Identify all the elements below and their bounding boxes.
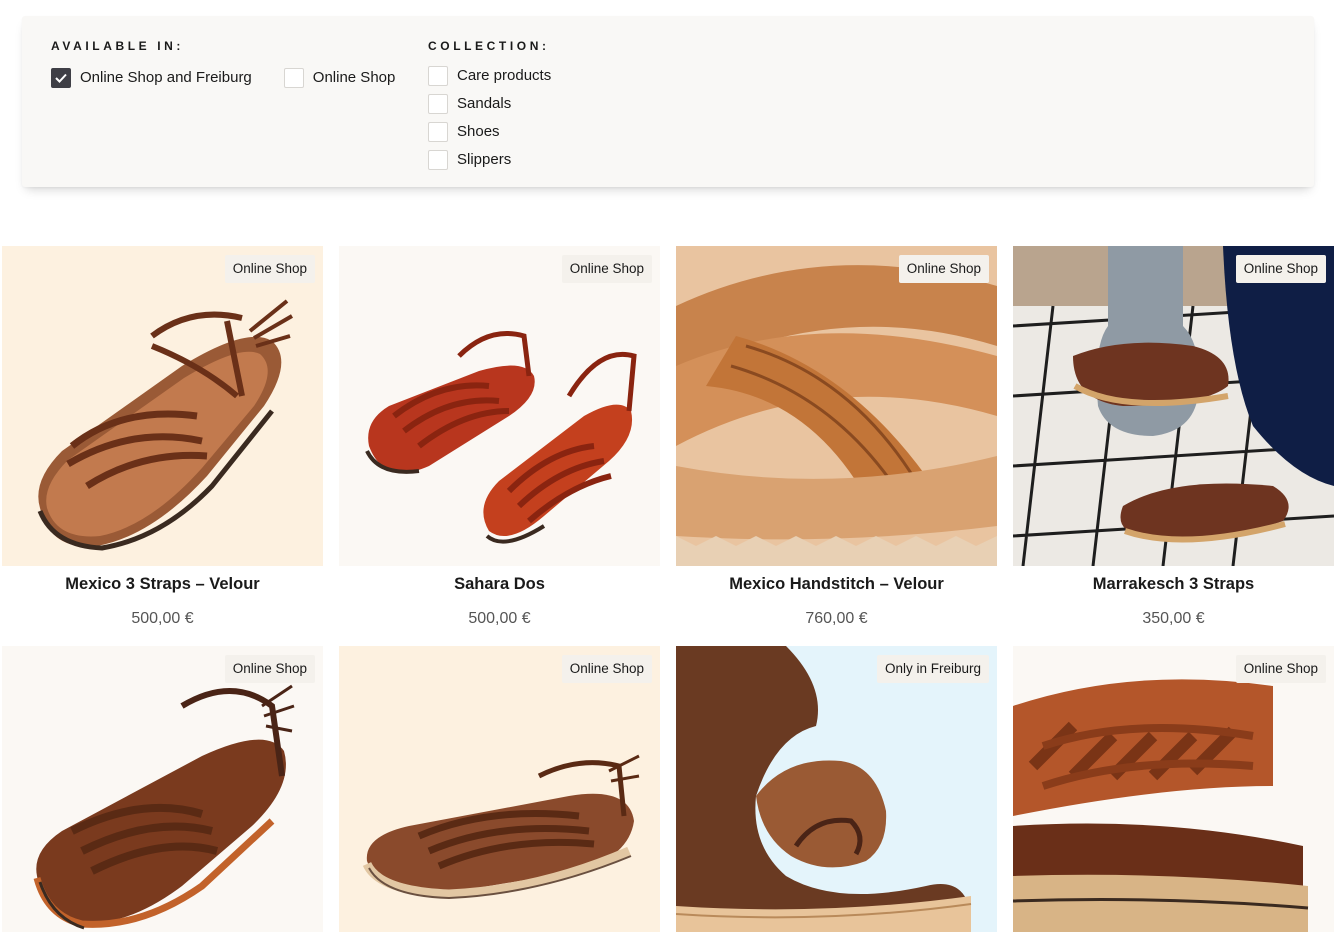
product-price: 350,00 € [1142, 610, 1205, 627]
product-name[interactable]: Mexico 3 Straps – Velour [2, 574, 323, 594]
filter-option-label: Slippers [457, 151, 512, 168]
product-image[interactable]: Only in Freiburg [676, 646, 997, 932]
product-card[interactable]: Online Shop Sahara Dos 500,00 € [339, 246, 660, 629]
collection-heading: COLLECTION: [428, 39, 550, 53]
checkmark-icon [55, 73, 67, 83]
product-price: 500,00 € [131, 610, 194, 627]
availability-badge: Only in Freiburg [876, 655, 989, 683]
sandal-pair-image [365, 331, 637, 544]
availability-badge: Online Shop [1235, 255, 1326, 283]
filter-option-online-shop-and-freiburg[interactable]: Online Shop and Freiburg [51, 68, 252, 88]
product-card[interactable]: Online Shop [339, 646, 660, 932]
availability-badge: Online Shop [898, 255, 989, 283]
product-price: 500,00 € [468, 610, 531, 627]
availability-heading: AVAILABLE IN: [51, 39, 185, 53]
product-image[interactable]: Online Shop [676, 246, 997, 566]
sandal-closeup-image [1013, 679, 1309, 932]
checkbox[interactable] [428, 122, 448, 142]
product-name[interactable]: Marrakesch 3 Straps [1013, 574, 1334, 594]
product-card[interactable]: Only in Freiburg [676, 646, 997, 932]
checkbox[interactable] [428, 66, 448, 86]
filter-panel: AVAILABLE IN: Online Shop and Freiburg O… [22, 16, 1314, 187]
availability-badge: Online Shop [561, 655, 652, 683]
sandal-image [33, 684, 295, 930]
sandal-image [37, 299, 294, 551]
product-card[interactable]: Online Shop Marrakesch 3 Straps 350,00 € [1013, 246, 1334, 629]
product-card[interactable]: Online Shop [2, 646, 323, 932]
availability-filter: AVAILABLE IN: Online Shop and Freiburg O… [51, 38, 395, 88]
product-image[interactable]: Online Shop [2, 246, 323, 566]
filter-option-shoes[interactable]: Shoes [428, 122, 551, 142]
filter-option-online-shop[interactable]: Online Shop [283, 68, 396, 88]
checkbox-checked[interactable] [51, 68, 71, 88]
product-image[interactable]: Online Shop [1013, 646, 1334, 932]
availability-badge: Online Shop [561, 255, 652, 283]
checkbox[interactable] [283, 68, 304, 88]
filter-option-label: Online Shop and Freiburg [80, 69, 252, 86]
availability-badge: Online Shop [224, 255, 315, 283]
filter-option-label: Online Shop [312, 69, 396, 86]
slipper-lifestyle-image [1013, 246, 1334, 566]
product-image[interactable]: Online Shop [1013, 246, 1334, 566]
product-image[interactable]: Online Shop [339, 646, 660, 932]
availability-badge: Online Shop [224, 655, 315, 683]
checkbox[interactable] [428, 150, 448, 170]
product-card[interactable]: Online Shop [1013, 646, 1334, 932]
product-card[interactable]: Online Shop Mexico 3 Straps – Velour 500… [2, 246, 323, 629]
sandal-image [362, 754, 640, 900]
product-image[interactable]: Online Shop [2, 646, 323, 932]
shoe-closeup-image [676, 646, 972, 932]
product-card[interactable]: Online Shop Mexico Handstitch – Velour 7… [676, 246, 997, 629]
filter-option-slippers[interactable]: Slippers [428, 150, 551, 170]
filter-option-care-products[interactable]: Care products [428, 66, 551, 86]
filter-option-label: Sandals [457, 95, 512, 112]
product-price: 760,00 € [805, 610, 868, 627]
availability-badge: Online Shop [1235, 655, 1326, 683]
filter-option-label: Shoes [457, 123, 500, 140]
product-name[interactable]: Mexico Handstitch – Velour [676, 574, 997, 594]
filter-option-sandals[interactable]: Sandals [428, 94, 551, 114]
product-name[interactable]: Sahara Dos [339, 574, 660, 594]
checkbox[interactable] [428, 94, 448, 114]
filter-option-label: Care products [457, 67, 552, 84]
sandal-closeup-image [676, 246, 997, 566]
product-image[interactable]: Online Shop [339, 246, 660, 566]
collection-filter: COLLECTION: Care products Sandals Shoes … [428, 38, 551, 170]
